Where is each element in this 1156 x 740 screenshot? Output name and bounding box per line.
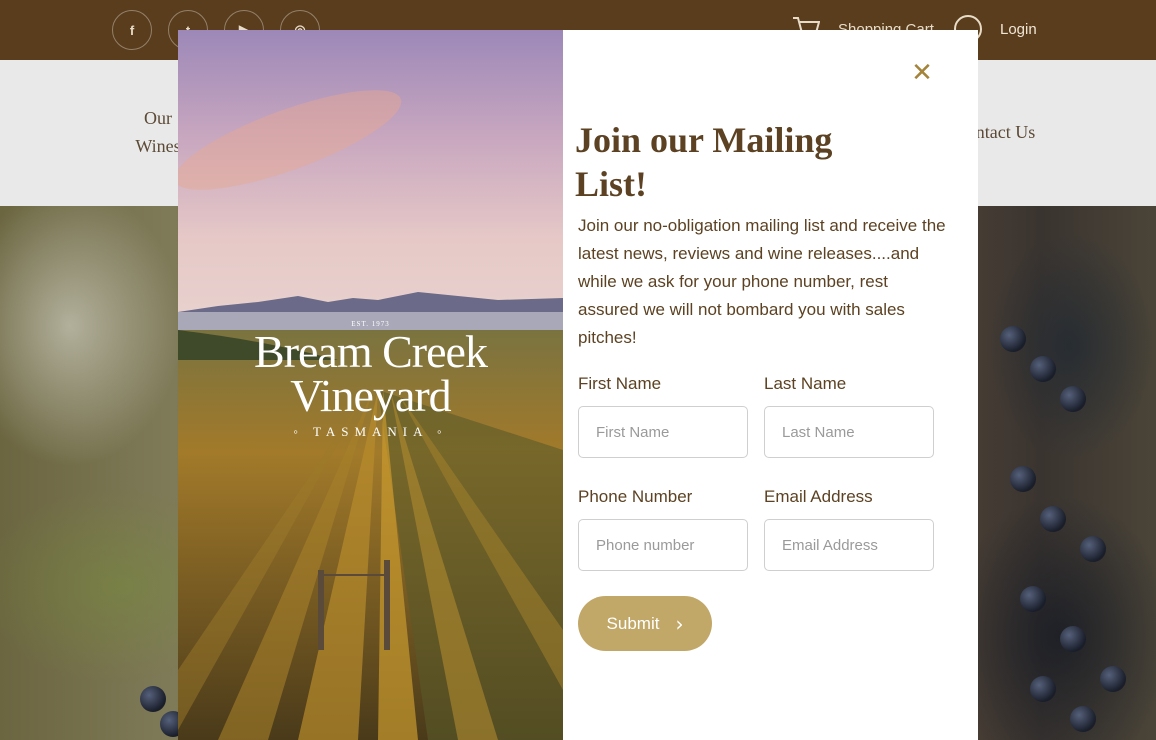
last-name-input[interactable]	[764, 406, 934, 458]
login-label: Login	[1000, 20, 1037, 38]
first-name-label: First Name	[578, 374, 662, 393]
submit-label: Submit	[606, 613, 660, 633]
bream-creek-logo: EST. 1973 Bream Creek Vineyard ◦ TASMANI…	[178, 320, 563, 440]
logo-line1: Bream Creek	[254, 326, 488, 377]
mailing-list-form: ✕ Join our Mailing List! Join our no-obl…	[563, 30, 978, 740]
mailing-list-modal: EST. 1973 Bream Creek Vineyard ◦ TASMANI…	[178, 30, 978, 740]
close-icon[interactable]: ✕	[910, 60, 934, 86]
last-name-label: Last Name	[764, 374, 847, 393]
form-title: Join our Mailing List!	[575, 120, 833, 204]
vineyard-image: EST. 1973 Bream Creek Vineyard ◦ TASMANI…	[178, 30, 563, 740]
form-description: Join our no-obligation mailing list and …	[578, 216, 946, 347]
phone-label: Phone Number	[578, 487, 693, 506]
first-name-input[interactable]	[578, 406, 748, 458]
submit-button[interactable]: Submit ›	[578, 596, 712, 651]
chevron-right-icon: ›	[675, 611, 684, 636]
logo-line2: Vineyard	[290, 370, 451, 421]
phone-input[interactable]	[578, 519, 748, 571]
email-label: Email Address	[764, 487, 873, 506]
logo-place: ◦ TASMANIA ◦	[293, 424, 448, 439]
email-input[interactable]	[764, 519, 934, 571]
facebook-icon[interactable]: f	[112, 10, 152, 50]
